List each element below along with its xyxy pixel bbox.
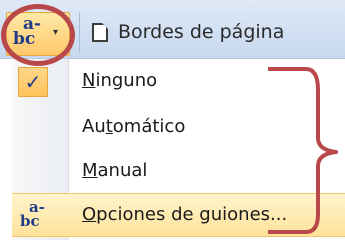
annotation-brace bbox=[268, 67, 338, 234]
